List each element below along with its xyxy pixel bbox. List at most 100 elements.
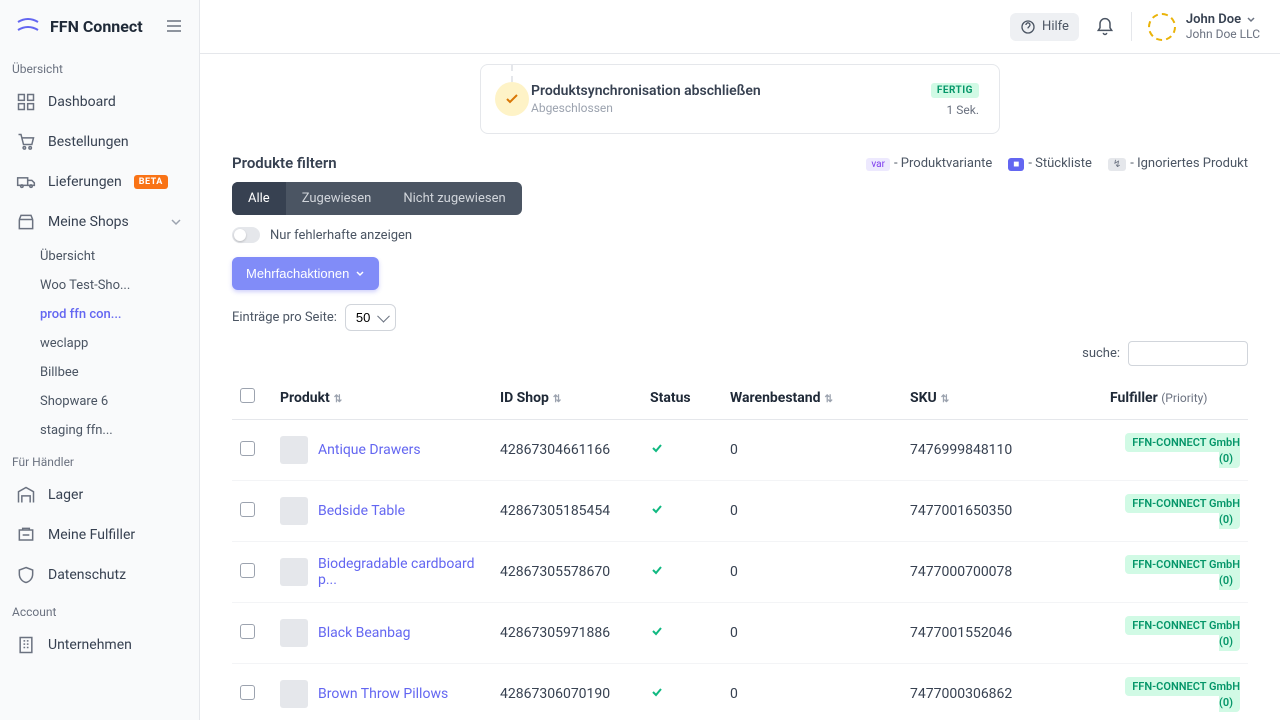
nav-shipments[interactable]: Lieferungen BETA	[0, 162, 199, 202]
sort-icon[interactable]: ⇅	[334, 394, 342, 405]
nav-label: Dashboard	[48, 94, 116, 110]
sync-time: 1 Sek.	[931, 103, 979, 117]
product-link[interactable]: Bedside Table	[318, 503, 405, 519]
help-button[interactable]: Hilfe	[1010, 13, 1079, 41]
row-checkbox[interactable]	[240, 624, 255, 639]
chevron-down-icon	[1245, 14, 1257, 26]
fulfiller-badge: FFN-CONNECT GmbH (0)	[1125, 494, 1240, 529]
chevron-down-icon	[169, 215, 183, 229]
check-icon	[495, 82, 529, 116]
nav-privacy[interactable]: Datenschutz	[0, 555, 199, 595]
user-org: John Doe LLC	[1186, 27, 1260, 41]
row-checkbox[interactable]	[240, 563, 255, 578]
product-link[interactable]: Antique Drawers	[318, 442, 421, 458]
per-page-select[interactable]: 50	[345, 304, 396, 331]
only-errors-toggle[interactable]	[232, 227, 260, 243]
only-errors-label: Nur fehlerhafte anzeigen	[270, 228, 412, 243]
fulfiller-icon	[16, 525, 36, 545]
cell-idshop: 42867304661166	[492, 420, 642, 481]
tab-all[interactable]: Alle	[232, 182, 286, 215]
product-link[interactable]: Black Beanbag	[318, 625, 410, 641]
nav-company[interactable]: Unternehmen	[0, 625, 199, 665]
select-all-checkbox[interactable]	[240, 388, 255, 403]
nav-shop-6[interactable]: staging ffn...	[0, 416, 199, 445]
status-check-icon	[650, 685, 664, 699]
dashboard-icon	[16, 92, 36, 112]
cell-idshop: 42867305578670	[492, 542, 642, 603]
cell-stock: 0	[722, 542, 902, 603]
nav-label: Meine Shops	[48, 214, 129, 230]
filters-title: Produkte filtern	[232, 154, 337, 172]
sync-status-badge: FERTIG	[931, 83, 979, 98]
sync-title: Produktsynchronisation abschließen	[531, 83, 761, 99]
shop-icon	[16, 212, 36, 232]
col-idshop[interactable]: ID Shop	[500, 390, 549, 406]
bell-icon[interactable]	[1095, 17, 1115, 37]
cart-icon	[16, 132, 36, 152]
building-icon	[16, 635, 36, 655]
help-icon	[1020, 19, 1036, 35]
product-link[interactable]: Brown Throw Pillows	[318, 686, 448, 702]
nav-label: Lieferungen	[48, 174, 122, 190]
row-checkbox[interactable]	[240, 441, 255, 456]
product-thumb	[280, 497, 308, 525]
fulfiller-badge: FFN-CONNECT GmbH (0)	[1125, 677, 1240, 712]
nav-shop-1[interactable]: Woo Test-Sho...	[0, 271, 199, 300]
row-checkbox[interactable]	[240, 685, 255, 700]
nav-label: Datenschutz	[48, 567, 126, 583]
legend-ign-text: - Ignoriertes Produkt	[1130, 156, 1248, 171]
sort-icon[interactable]: ⇅	[825, 394, 833, 405]
hamburger-icon[interactable]	[165, 17, 183, 35]
nav-shop-4[interactable]: Billbee	[0, 358, 199, 387]
cell-stock: 0	[722, 420, 902, 481]
cell-idshop: 42867305185454	[492, 481, 642, 542]
nav-warehouse[interactable]: Lager	[0, 475, 199, 515]
bulk-actions-button[interactable]: Mehrfachaktionen	[232, 257, 379, 290]
cell-idshop: 42867305971886	[492, 603, 642, 664]
status-check-icon	[650, 441, 664, 455]
product-thumb	[280, 619, 308, 647]
product-thumb	[280, 680, 308, 708]
nav-shop-2[interactable]: prod ffn con...	[0, 300, 199, 329]
legend-var-text: - Produktvariante	[894, 156, 992, 171]
nav-dashboard[interactable]: Dashboard	[0, 82, 199, 122]
tab-unassigned[interactable]: Nicht zugewiesen	[387, 182, 521, 215]
section-overview: Übersicht	[0, 52, 199, 82]
nav-shop-5[interactable]: Shopware 6	[0, 387, 199, 416]
avatar	[1148, 13, 1176, 41]
cell-sku: 7477001650350	[902, 481, 1102, 542]
search-input[interactable]	[1128, 341, 1248, 366]
nav-shop-3[interactable]: weclapp	[0, 329, 199, 358]
product-thumb	[280, 558, 308, 586]
row-checkbox[interactable]	[240, 502, 255, 517]
nav-shop-0[interactable]: Übersicht	[0, 242, 199, 271]
cell-sku: 7477001552046	[902, 603, 1102, 664]
col-stock[interactable]: Warenbestand	[730, 390, 821, 406]
warehouse-icon	[16, 485, 36, 505]
fulfiller-badge: FFN-CONNECT GmbH (0)	[1125, 616, 1240, 651]
legend: var- Produktvariante ■- Stückliste ↯- Ig…	[866, 156, 1248, 171]
table-row: Bedside Table428673051854540747700165035…	[232, 481, 1248, 542]
col-fulfiller: Fulfiller	[1110, 390, 1158, 406]
status-check-icon	[650, 502, 664, 516]
col-sku[interactable]: SKU	[910, 390, 937, 406]
per-page-label: Einträge pro Seite:	[232, 310, 337, 325]
nav-fulfiller[interactable]: Meine Fulfiller	[0, 515, 199, 555]
tab-assigned[interactable]: Zugewiesen	[286, 182, 388, 215]
sort-icon[interactable]: ⇅	[553, 394, 561, 405]
cell-sku: 7476999848110	[902, 420, 1102, 481]
user-menu[interactable]: John Doe John Doe LLC	[1131, 12, 1260, 41]
col-status: Status	[650, 390, 691, 406]
nav-label: Lager	[48, 487, 83, 503]
brand-text: FFN Connect	[50, 17, 155, 36]
sort-icon[interactable]: ⇅	[941, 394, 949, 405]
products-table: Produkt ⇅ ID Shop ⇅ Status Warenbestand ⇅ S…	[232, 376, 1248, 720]
col-product[interactable]: Produkt	[280, 390, 330, 406]
filter-tabs: Alle Zugewiesen Nicht zugewiesen	[232, 182, 522, 215]
product-link[interactable]: Biodegradable cardboard p...	[318, 556, 484, 588]
nav-myshops[interactable]: Meine Shops	[0, 202, 199, 242]
sync-sub: Abgeschlossen	[531, 101, 761, 115]
cell-stock: 0	[722, 603, 902, 664]
bulk-label: Mehrfachaktionen	[246, 266, 349, 281]
nav-orders[interactable]: Bestellungen	[0, 122, 199, 162]
